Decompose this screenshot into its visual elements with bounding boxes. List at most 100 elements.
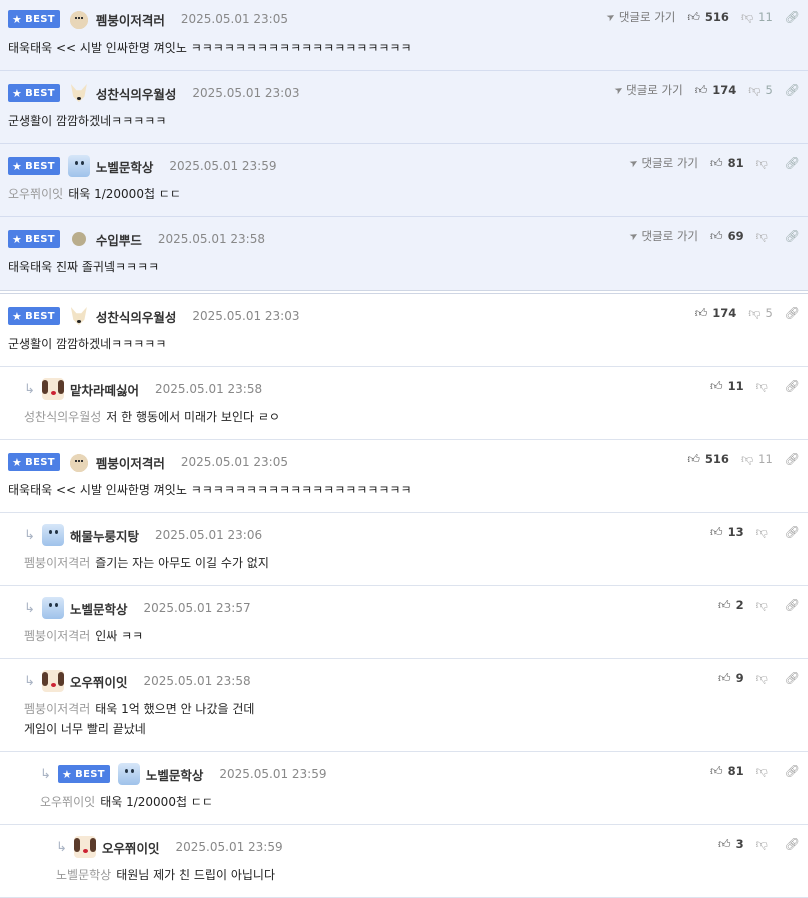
downvote-button[interactable]: 👎︎ 5 <box>748 306 773 321</box>
upvote-button[interactable]: 👍︎ 3 <box>718 837 744 852</box>
link-icon[interactable]: 🔗︎ <box>785 156 800 170</box>
link-icon[interactable]: 🔗︎ <box>785 525 800 539</box>
avatar[interactable] <box>42 597 64 619</box>
comment-date: 2025.05.01 23:03 <box>192 309 300 323</box>
nickname[interactable]: 성찬식의우월성 <box>96 307 177 326</box>
avatar[interactable] <box>67 451 90 473</box>
downvote-button[interactable]: 👎︎ <box>756 379 773 394</box>
downvote-button[interactable]: 👎︎ <box>756 671 773 686</box>
thumbs-up-icon: 👍︎ <box>687 451 700 466</box>
mention[interactable]: 성찬식의우월성 <box>24 410 101 424</box>
avatar[interactable] <box>117 763 140 785</box>
thumbs-down-icon: 👎︎ <box>755 378 768 393</box>
nickname[interactable]: 오우쮜이잇 <box>70 672 128 691</box>
downvote-button[interactable]: 👎︎ <box>756 837 773 852</box>
link-icon[interactable]: 🔗︎ <box>785 10 800 24</box>
downvote-button[interactable]: 👎︎ <box>756 156 773 171</box>
link-icon[interactable]: 🔗︎ <box>785 764 800 778</box>
comment-body: 태욱태욱 << 시발 인싸한명 껴잇노 ㅋㅋㅋㅋㅋㅋㅋㅋㅋㅋㅋㅋㅋㅋㅋㅋㅋㅋㅋㅋ <box>8 480 412 500</box>
downvote-button[interactable]: 👎︎ 11 <box>741 10 773 25</box>
goto-reply-button[interactable]: ➤ 댓글로 가기 <box>627 228 698 244</box>
link-icon[interactable]: 🔗︎ <box>785 452 800 466</box>
downvote-button[interactable]: 👎︎ <box>756 525 773 540</box>
nickname[interactable]: 오우쮜이잇 <box>102 838 160 857</box>
avatar[interactable] <box>68 305 90 327</box>
comment-body: 펨붕이저격러 인싸 ㅋㅋ <box>24 626 143 646</box>
comment-header: ★ BEST 펨붕이저격러 2025.05.01 23:05 <box>8 8 288 30</box>
mention[interactable]: 펨붕이저격러 <box>24 629 90 643</box>
mention[interactable]: 노벨문학상 <box>56 868 111 882</box>
upvote-button[interactable]: 👍︎ 516 <box>687 452 729 467</box>
comment-text: 즐기는 자는 아무도 이길 수가 없지 <box>95 556 269 570</box>
goto-reply-button[interactable]: ➤ 댓글로 가기 <box>605 9 675 25</box>
mention[interactable]: 오우쮜이잇 <box>40 795 95 809</box>
goto-reply-button[interactable]: ➤ 댓글로 가기 <box>612 82 683 98</box>
nickname[interactable]: 노벨문학상 <box>146 765 204 784</box>
reply-comment: ↳ ★ BEST 노벨문학상 2025.05.01 23:59 👍︎ 81 👎︎ 🔗… <box>0 752 808 825</box>
downvote-button[interactable]: 👎︎ 11 <box>741 452 773 467</box>
nickname[interactable]: 펨붕이저격러 <box>96 453 165 472</box>
upvote-button[interactable]: 👍︎ 11 <box>710 379 744 394</box>
link-icon[interactable]: 🔗︎ <box>785 229 800 243</box>
upvote-button[interactable]: 👍︎ 9 <box>718 671 744 686</box>
comment-actions: 👍︎ 9 👎︎ 🔗︎ <box>718 668 800 688</box>
link-icon[interactable]: 🔗︎ <box>785 306 800 320</box>
mention[interactable]: 펨붕이저격러 <box>24 702 90 716</box>
comment-date: 2025.05.01 23:58 <box>157 232 265 246</box>
upvote-button[interactable]: 👍︎ 174 <box>695 306 737 321</box>
comment-body: 군생활이 깜깜하겠네ㅋㅋㅋㅋㅋ <box>8 334 166 354</box>
nickname[interactable]: 성찬식의우월성 <box>96 84 177 103</box>
avatar[interactable] <box>67 155 90 177</box>
mention[interactable]: 오우쮜이잇 <box>8 187 63 201</box>
comment-header: ↳ 해물누룽지탕 2025.05.01 23:06 <box>24 524 262 546</box>
comment-actions: ➤ 댓글로 가기 👍︎ 81 👎︎ 🔗︎ <box>628 153 800 173</box>
avatar[interactable] <box>68 82 90 104</box>
nickname[interactable]: 노벨문학상 <box>96 157 154 176</box>
thumbs-down-icon: 👎︎ <box>755 836 768 851</box>
nickname[interactable]: 노벨문학상 <box>70 599 128 618</box>
link-icon[interactable]: 🔗︎ <box>785 379 800 393</box>
thumbs-down-icon: 👎︎ <box>755 228 768 243</box>
avatar[interactable] <box>74 836 96 858</box>
comment-text: 태욱 1/20000첩 ㄷㄷ <box>68 187 181 201</box>
upvote-button[interactable]: 👍︎ 13 <box>710 525 744 540</box>
nickname[interactable]: 펨붕이저격러 <box>96 10 165 29</box>
link-icon[interactable]: 🔗︎ <box>785 837 800 851</box>
reply-comment: ↳ 해물누룽지탕 2025.05.01 23:06 👍︎ 13 👎︎ 🔗︎ 펨붕이… <box>0 513 808 586</box>
avatar[interactable] <box>42 670 64 692</box>
link-icon[interactable]: 🔗︎ <box>785 671 800 685</box>
nickname[interactable]: 맡차라떼싫어 <box>70 380 139 399</box>
link-icon[interactable]: 🔗︎ <box>785 598 800 612</box>
avatar[interactable] <box>42 378 64 400</box>
comment-text: 태원님 제가 친 드립이 아닙니다 <box>116 868 275 882</box>
comment-actions: 👍︎ 3 👎︎ 🔗︎ <box>718 834 800 854</box>
avatar[interactable] <box>42 524 64 546</box>
thumbs-up-icon: 👍︎ <box>694 305 708 320</box>
upvote-button[interactable]: 👍︎ 81 <box>710 156 744 171</box>
reply-comment: ↳ 노벨문학상 2025.05.01 23:57 👍︎ 2 👎︎ 🔗︎ 펨붕이저격… <box>0 586 808 659</box>
best-badge: ★ BEST <box>8 10 60 28</box>
comment-date: 2025.05.01 23:57 <box>143 601 251 615</box>
comment-body: 노벨문학상 태원님 제가 친 드립이 아닙니다 <box>56 865 275 885</box>
upvote-button[interactable]: 👍︎ 516 <box>687 10 729 25</box>
upvote-button[interactable]: 👍︎ 174 <box>695 83 737 98</box>
comment-date: 2025.05.01 23:05 <box>180 455 288 469</box>
link-icon[interactable]: 🔗︎ <box>785 83 800 97</box>
nickname[interactable]: 수입뿌드 <box>96 230 142 249</box>
downvote-button[interactable]: 👎︎ 5 <box>748 83 773 98</box>
comment-body: 펨붕이저격러 태욱 1억 했으면 안 나갔을 건데 게임이 너무 빨리 끝났네 <box>24 699 254 739</box>
reply-arrow-icon: ↳ <box>40 766 51 782</box>
send-icon: ➤ <box>612 83 626 97</box>
avatar[interactable] <box>67 8 90 30</box>
upvote-button[interactable]: 👍︎ 2 <box>718 598 744 613</box>
downvote-button[interactable]: 👎︎ <box>756 598 773 613</box>
upvote-button[interactable]: 👍︎ 69 <box>710 229 744 244</box>
goto-reply-button[interactable]: ➤ 댓글로 가기 <box>628 155 698 171</box>
mention[interactable]: 펨붕이저격러 <box>24 556 90 570</box>
downvote-button[interactable]: 👎︎ <box>756 764 773 779</box>
nickname[interactable]: 해물누룽지탕 <box>70 526 139 545</box>
send-icon: ➤ <box>627 229 641 243</box>
downvote-button[interactable]: 👎︎ <box>756 229 773 244</box>
avatar[interactable] <box>68 228 90 250</box>
upvote-button[interactable]: 👍︎ 81 <box>710 764 744 779</box>
